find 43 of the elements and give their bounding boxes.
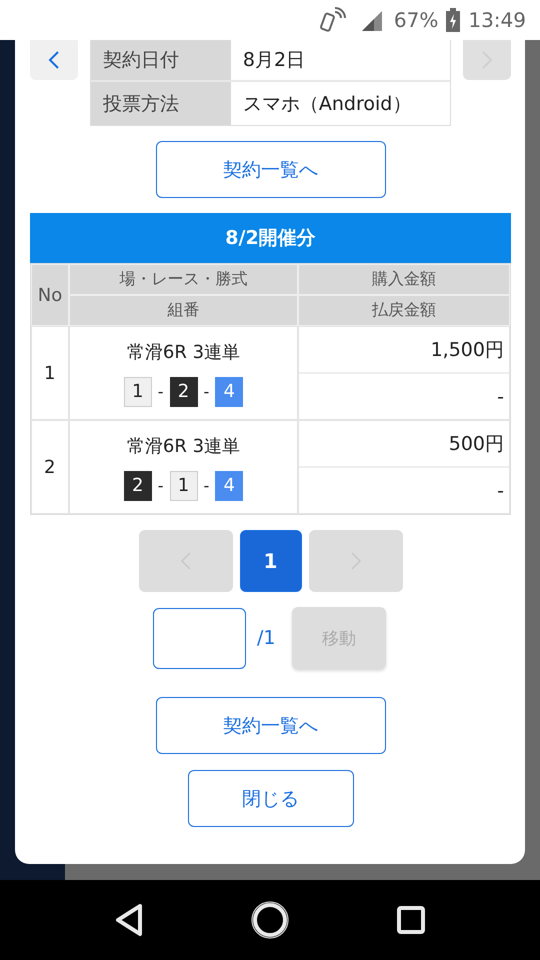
purchase-amount: 1,500円	[430, 338, 505, 362]
chevron-left-icon	[48, 50, 60, 70]
separator: -	[204, 382, 210, 401]
race-name: 常滑6R 3連単	[126, 340, 240, 364]
boat-number: 2	[124, 470, 152, 500]
table-cell: 2	[31, 420, 69, 514]
info-label: 投票方法	[90, 82, 231, 125]
total-pages: /1	[257, 627, 276, 649]
page-input-field[interactable]	[153, 608, 246, 668]
home-icon[interactable]	[250, 901, 289, 939]
separator: -	[158, 382, 164, 401]
close-button[interactable]: 閉じる	[188, 770, 354, 827]
table-header: 払戻金額	[298, 295, 510, 326]
boat-number: 1	[124, 376, 152, 406]
contract-list-button[interactable]: 契約一覧へ	[156, 141, 386, 198]
info-value: スマホ（Android）	[242, 92, 412, 116]
page-button[interactable]: 1	[240, 530, 302, 592]
boat-number: 1	[170, 470, 198, 500]
table-header: 購入金額	[298, 264, 510, 295]
boat-number: 4	[215, 376, 244, 406]
clock: 13:49	[468, 8, 526, 32]
table-header: No	[31, 264, 69, 326]
separator: -	[158, 476, 164, 495]
boat-number: 2	[170, 376, 198, 406]
previous-record-button[interactable]	[30, 40, 78, 80]
contract-list-button[interactable]: 契約一覧へ	[156, 697, 386, 754]
boat-number: 4	[215, 470, 244, 500]
payout-amount: -	[299, 372, 509, 419]
table-header: 場・レース・勝式	[69, 264, 298, 295]
battery-charging-icon	[446, 8, 460, 32]
back-icon[interactable]	[114, 903, 144, 937]
table-header: 組番	[69, 295, 298, 326]
race-name: 常滑6R 3連単	[126, 434, 240, 458]
info-label: 契約日付	[90, 40, 231, 80]
battery-percentage: 67%	[394, 8, 438, 32]
separator: -	[204, 476, 210, 495]
recent-apps-icon[interactable]	[396, 905, 426, 935]
table-cell: 1	[31, 326, 69, 420]
info-value: 8月2日	[242, 48, 306, 73]
purchase-amount: 500円	[448, 432, 505, 456]
payout-amount: -	[299, 466, 509, 513]
nfc-phone-icon	[320, 6, 348, 34]
section-title: 8/2開催分	[30, 213, 511, 263]
